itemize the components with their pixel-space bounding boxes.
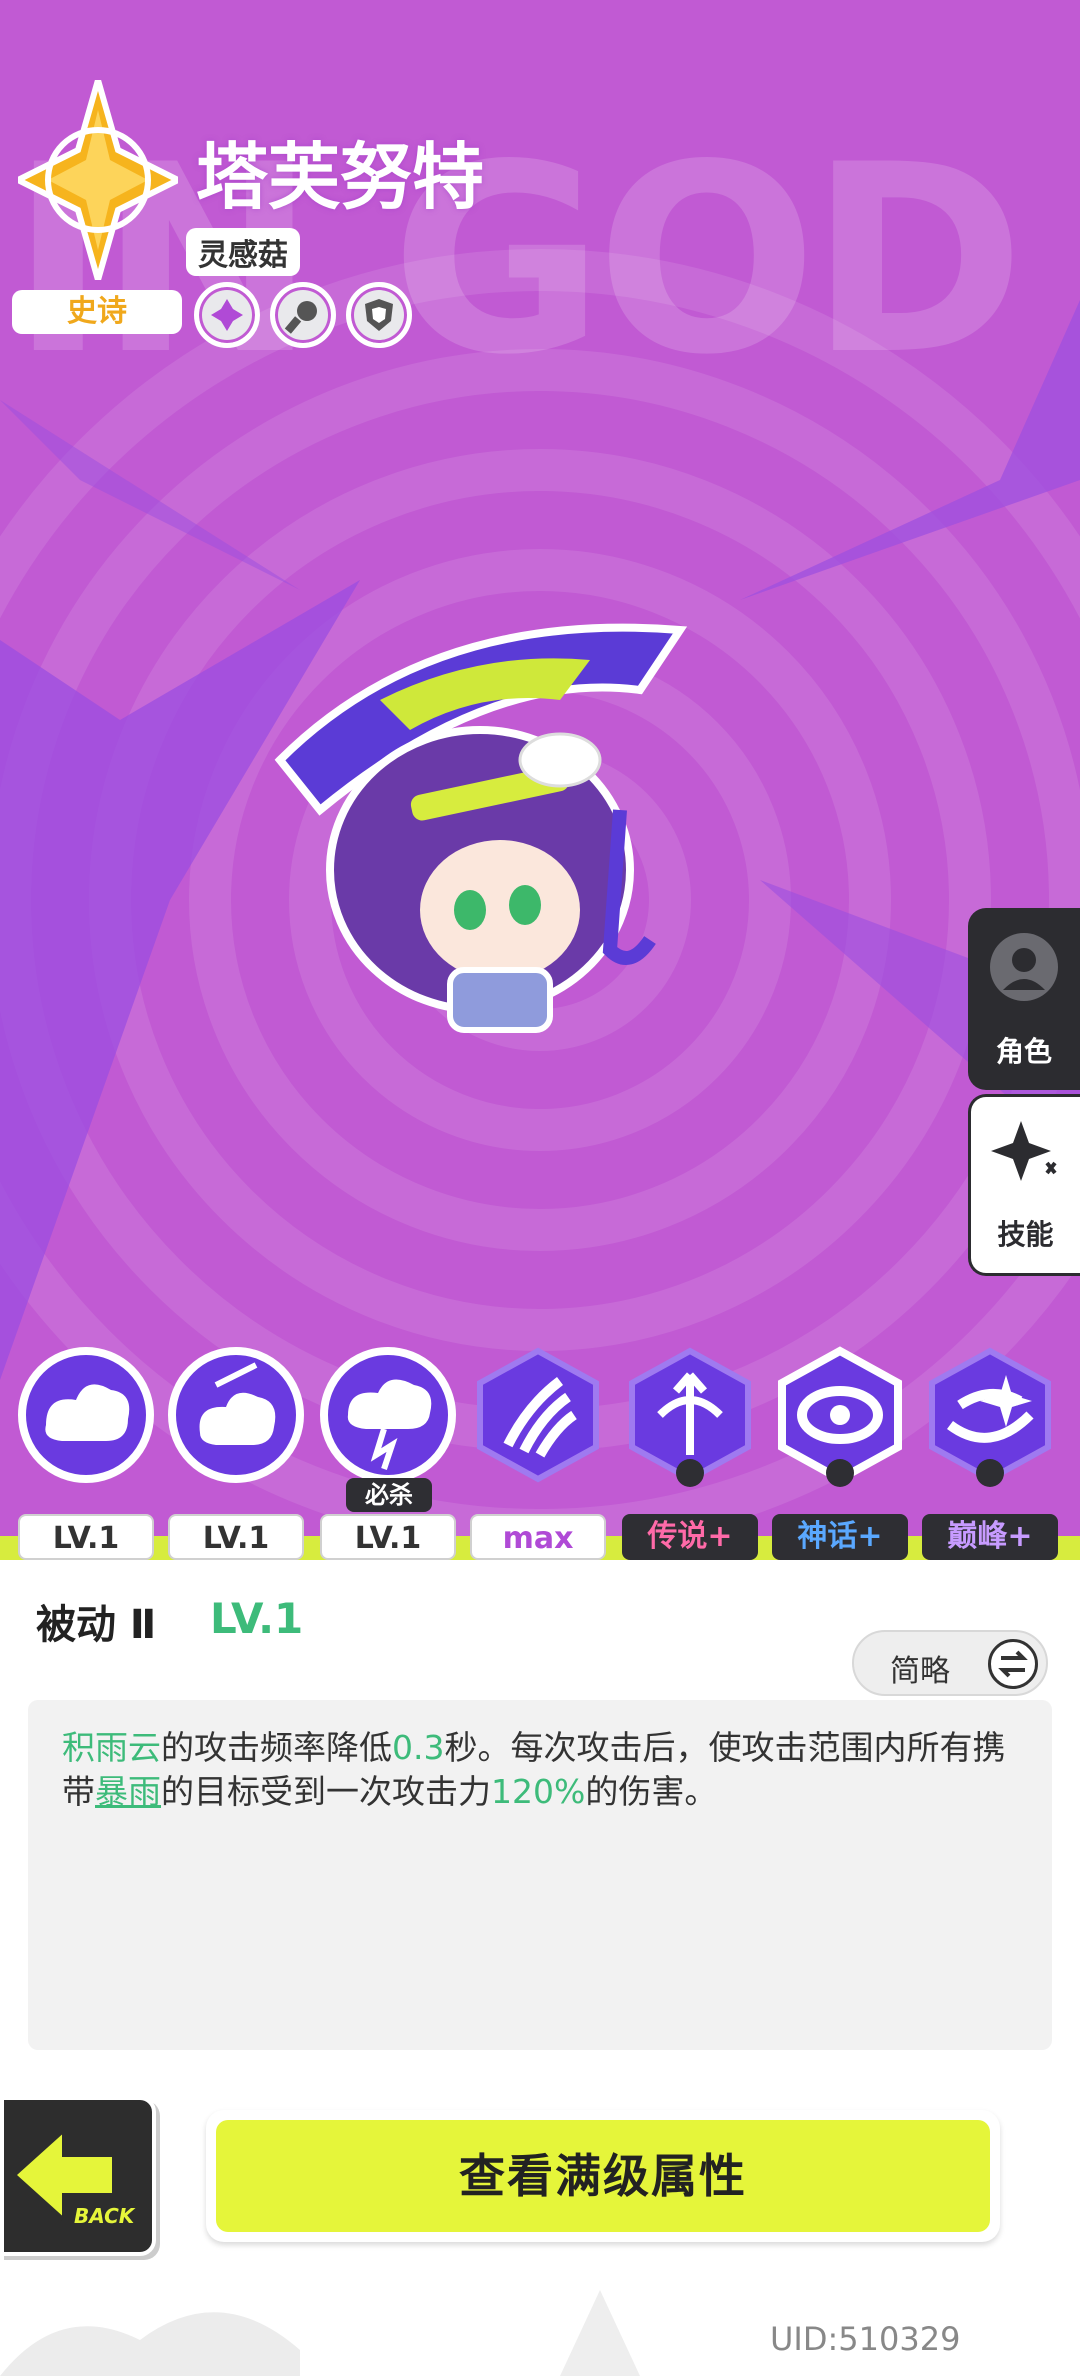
skill-level-5: 传说+ (622, 1514, 758, 1560)
footer-decoration (0, 2290, 640, 2376)
user-id: UID:510329 (770, 2320, 961, 2358)
skill-detail-level: LV.1 (210, 1594, 304, 1643)
term-cumulonimbus: 积雨云 (62, 1728, 161, 1767)
lock-icon (676, 1459, 704, 1487)
skill-cloud-angry-icon[interactable] (166, 1340, 306, 1490)
desc-text: 的目标受到一次攻击力 (161, 1772, 491, 1811)
skill-storm-cloud-icon[interactable] (318, 1340, 458, 1490)
lock-icon (826, 1459, 854, 1487)
rarity-star-emblem (18, 80, 178, 280)
character-name: 塔芙努特 (196, 135, 485, 219)
skill-level-6: 神话+ (772, 1514, 908, 1560)
skill-description: 积雨云的攻击频率降低0.3秒。每次攻击后，使攻击范围内所有携带暴雨的目标受到一次… (28, 1700, 1052, 2050)
skill-cloud-face-icon[interactable] (16, 1340, 156, 1490)
trait-wrench-icon[interactable] (270, 282, 336, 348)
skill-level-7: 巅峰+ (922, 1514, 1058, 1560)
sparkle-icon (991, 1121, 1057, 1181)
tab-skill[interactable]: 技能 (968, 1094, 1080, 1276)
character-type-tag: 灵感菇 (186, 228, 300, 276)
view-max-level-button[interactable]: 查看满级属性 (206, 2110, 1000, 2242)
skill-claw-icon[interactable] (468, 1340, 608, 1490)
view-max-level-label: 查看满级属性 (216, 2120, 990, 2232)
skill-level-1: LV.1 (18, 1514, 154, 1560)
swap-icon (988, 1639, 1038, 1689)
desc-text: 的伤害。 (585, 1772, 718, 1811)
skill-vortex-icon[interactable] (770, 1340, 910, 1490)
brief-toggle-label: 简略 (890, 1654, 950, 1689)
rarity-badge: 史诗 (12, 290, 182, 334)
skill-whirlwind-icon[interactable] (920, 1340, 1060, 1490)
back-button[interactable]: BACK (0, 2096, 156, 2256)
desc-value-percent: 120% (491, 1772, 586, 1811)
side-tab-bar: 角色 技能 (968, 908, 1080, 1278)
brief-toggle[interactable]: 简略 (852, 1630, 1048, 1696)
skill-level-2: LV.1 (168, 1514, 304, 1560)
back-label: BACK (74, 2204, 135, 2228)
skill-level-4: max (470, 1514, 606, 1560)
skill-title: 被动 Ⅱ (36, 1602, 157, 1648)
desc-text: 的攻击频率降低 (161, 1728, 392, 1767)
term-rainstorm-link[interactable]: 暴雨 (95, 1772, 161, 1811)
ultimate-tag: 必杀 (346, 1478, 432, 1512)
character-sprite (274, 623, 688, 1033)
tab-role-label: 角色 (995, 1035, 1052, 1068)
trait-cross-icon[interactable] (194, 282, 260, 348)
tab-skill-label: 技能 (997, 1218, 1054, 1251)
skill-fountain-icon[interactable] (620, 1340, 760, 1490)
tab-role[interactable]: 角色 (968, 908, 1080, 1090)
trait-shield-icon[interactable] (346, 282, 412, 348)
person-icon (990, 933, 1058, 1001)
skill-level-3: LV.1 (320, 1514, 456, 1560)
lock-icon (976, 1459, 1004, 1487)
desc-value-seconds: 0.3 (392, 1728, 445, 1767)
